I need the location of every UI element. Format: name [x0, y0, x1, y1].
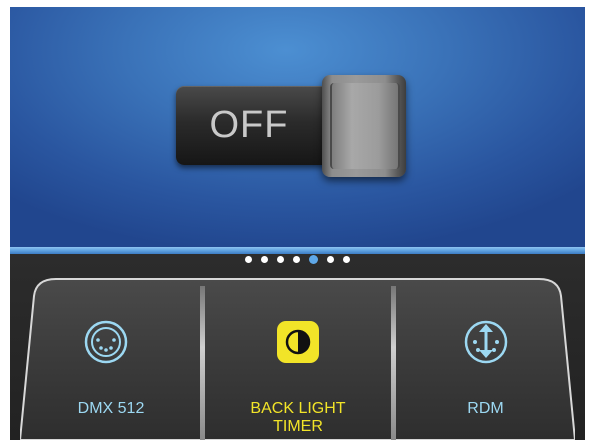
tab-label: BACK LIGHT TIMER	[250, 400, 346, 435]
page-dot[interactable]	[343, 256, 350, 263]
tab-label: RDM	[467, 400, 504, 417]
tab-back-light-timer[interactable]: BACK LIGHT TIMER	[205, 278, 391, 440]
page-dot[interactable]	[327, 256, 334, 263]
page-dot-active[interactable]	[309, 255, 318, 264]
contrast-icon	[276, 320, 320, 364]
toggle-state-label: OFF	[209, 104, 289, 146]
page-dot[interactable]	[293, 256, 300, 263]
power-toggle-switch[interactable]: OFF	[176, 75, 406, 177]
page-dot[interactable]	[261, 256, 268, 263]
page-indicator	[0, 255, 595, 265]
tab-label: DMX 512	[77, 400, 145, 417]
page-dot[interactable]	[277, 256, 284, 263]
tab-rdm[interactable]: RDM	[396, 278, 575, 440]
menu-tray: DMX 512 BACK LIGHT TIMER RDM	[20, 278, 575, 440]
panel-divider	[10, 247, 585, 254]
toggle-knob[interactable]	[322, 75, 406, 177]
rdm-connector-icon	[464, 320, 508, 364]
tab-dmx-512[interactable]: DMX 512	[20, 278, 202, 440]
page-dot[interactable]	[245, 256, 252, 263]
dmx-connector-icon	[84, 320, 128, 364]
